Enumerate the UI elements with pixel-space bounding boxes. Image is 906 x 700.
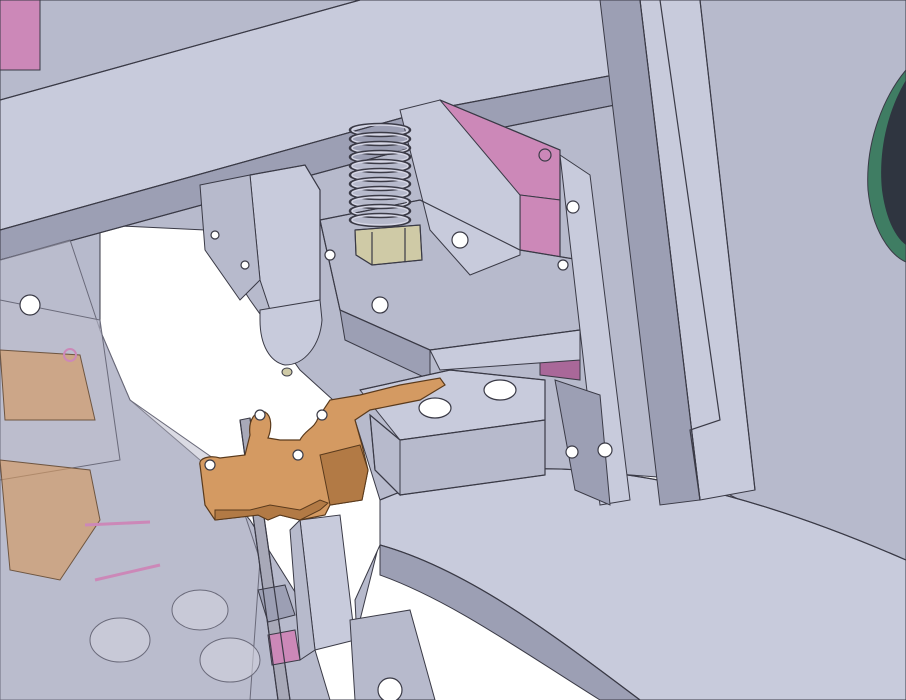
hex-nut <box>354 224 423 266</box>
cad-assembly-drawing <box>0 0 906 700</box>
cad-viewport[interactable] <box>0 0 906 700</box>
